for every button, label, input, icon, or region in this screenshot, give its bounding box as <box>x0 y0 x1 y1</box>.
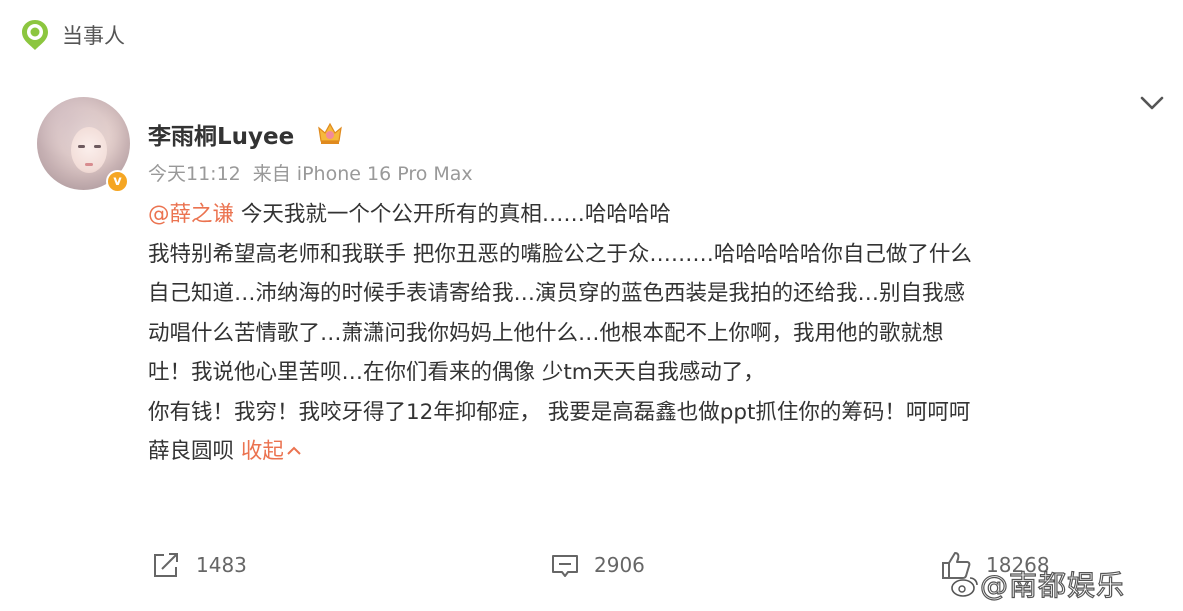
chevron-up-icon <box>287 446 301 455</box>
comment-icon <box>552 555 578 577</box>
content-line: 动唱什么苦情歌了…萧潇问我你妈妈上他什么…他根本配不上你啊，我用他的歌就想 <box>148 320 944 346</box>
comment-button[interactable]: 2906 <box>550 545 645 585</box>
repost-icon <box>154 553 178 577</box>
content-line: 自己知道…沛纳海的时候手表请寄给我…演员穿的蓝色西装是我拍的还给我…别自我感 <box>148 281 966 306</box>
mention-link[interactable]: @薛之谦 <box>148 202 234 227</box>
content-line: 吐！我说他心里苦呗…在你们看来的偶像 少tm天天自我感动了， <box>148 360 765 385</box>
tag-label[interactable]: 当事人 <box>62 20 125 50</box>
comment-count: 2906 <box>594 553 645 577</box>
location-tag-icon <box>22 20 48 50</box>
collapse-link[interactable]: 收起 <box>241 439 302 464</box>
repost-count: 1483 <box>196 553 247 577</box>
post-source: 来自 iPhone 16 Pro Max <box>252 163 473 185</box>
content-line: @薛之谦 今天我就一个个公开所有的真相……哈哈哈哈 <box>148 202 671 227</box>
verified-badge: v <box>106 170 129 193</box>
content-line: 薛良圆呗 收起 <box>148 432 1168 472</box>
username[interactable]: 李雨桐Luyee <box>148 117 294 151</box>
repost-button[interactable]: 1483 <box>150 545 247 585</box>
chevron-down-icon[interactable] <box>1139 93 1165 113</box>
watermark: @南都娱乐 <box>950 564 1125 604</box>
post-meta: 今天11:12 来自 iPhone 16 Pro Max <box>148 159 473 186</box>
weibo-logo-icon <box>951 577 978 597</box>
content-line: 你有钱！我穷！我咬牙得了12年抑郁症， 我要是高磊鑫也做ppt抓住你的筹码！呵呵… <box>148 399 971 425</box>
top-bar: 当事人 <box>0 0 1183 70</box>
crown-icon <box>318 122 342 144</box>
post-time: 今天11:12 <box>148 163 241 185</box>
content-line: 我特别希望高老师和我联手 把你丑恶的嘴脸公之于众………哈哈哈哈哈你自己做了什么 <box>148 241 972 267</box>
post-content: @薛之谦 今天我就一个个公开所有的真相……哈哈哈哈 我特别希望高老师和我联手 把… <box>148 195 1168 472</box>
